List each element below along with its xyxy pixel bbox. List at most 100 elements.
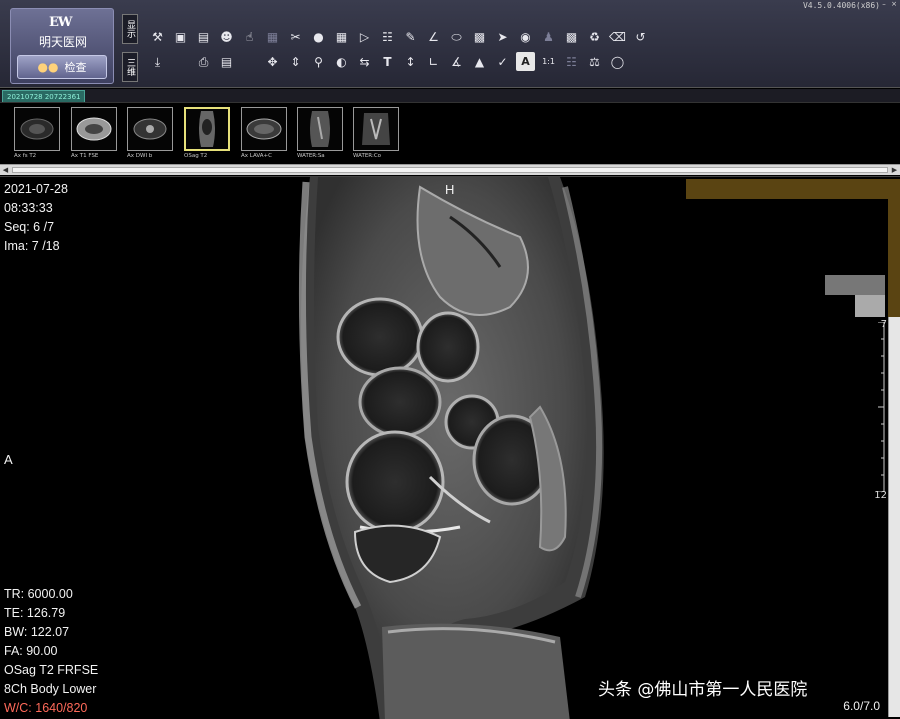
redacted-block	[825, 275, 885, 295]
watermark-text: 头条 @佛山市第一人民医院	[598, 680, 808, 700]
image-viewport[interactable]: 2021-07-28 08:33:33 Seq: 6 /7 Ima: 7 /18…	[0, 176, 900, 719]
coil-name: 8Ch Body Lower	[4, 682, 97, 696]
thumbnail-image	[241, 107, 287, 151]
circle-outline-icon[interactable]: ◯	[608, 52, 627, 71]
toolbar-row-1: ⚒ ▣ ▤ ☻ ☝ ▦ ✂ ● ▦ ▷ ☷ ✎ ∠ ⬭ ▩ ➤ ◉ ♟ ▩ ♻ …	[148, 27, 650, 46]
region-magnify-icon[interactable]: ▩	[470, 27, 489, 46]
cursor-arrow-icon[interactable]: ➤	[493, 27, 512, 46]
echo-time: TE: 126.79	[4, 606, 66, 620]
polyline-measure-icon[interactable]: ∟	[424, 52, 443, 71]
study-time: 08:33:33	[4, 201, 53, 215]
hand-pointer-icon[interactable]: ☝	[240, 27, 259, 46]
monitor-icon[interactable]: ▣	[171, 27, 190, 46]
layout-grid-icon[interactable]: ▦	[263, 27, 282, 46]
thumbnail-label: Ax DWI b	[127, 153, 153, 159]
series-thumbnail[interactable]: WATER:Sa	[297, 107, 345, 163]
thumbnail-image	[297, 107, 343, 151]
move-arrows-icon[interactable]: ✥	[263, 52, 282, 71]
ellipse-icon[interactable]: ⬭	[447, 27, 466, 46]
mri-sagittal-image	[298, 177, 604, 719]
series-thumbnail-selected[interactable]: OSag T2	[184, 107, 232, 163]
scissors-icon[interactable]: ✂	[286, 27, 305, 46]
paint-fill-icon[interactable]: ▲	[470, 52, 489, 71]
exam-button[interactable]: ●● 检查	[17, 55, 107, 79]
localizer-icon[interactable]: ⚖	[585, 52, 604, 71]
sync-series-icon[interactable]: ⇆	[355, 52, 374, 71]
zoom-readout: 6.0/7.0	[843, 699, 880, 713]
series-thumbnail[interactable]: Ax LAVA+C	[241, 107, 289, 163]
window-center: W/C: 1640/820	[4, 701, 88, 715]
scale-ruler	[878, 322, 885, 492]
users-icon: ●●	[37, 60, 59, 74]
study-date: 2021-07-28	[4, 182, 68, 196]
thumbnail-label: Ax fs T2	[14, 153, 37, 159]
circle-full-icon[interactable]: ●	[309, 27, 328, 46]
skeleton-icon[interactable]: ☷	[562, 52, 581, 71]
ruler-measure-icon[interactable]: ↕	[401, 52, 420, 71]
recycle-icon[interactable]: ♻	[585, 27, 604, 46]
folder-open-icon[interactable]: ▤	[194, 27, 213, 46]
cobb-angle-icon[interactable]: ∡	[447, 52, 466, 71]
thumbnail-label: WATER:Co	[353, 153, 382, 159]
save-disk-icon[interactable]: ▤	[217, 52, 236, 71]
overlay-bottom-left: TR: 6000.00 TE: 126.79 BW: 122.07 FA: 90…	[4, 585, 98, 718]
toolbar-row-2: ⤓ ⎙ ▤ ✥ ⇕ ⚲ ◐ ⇆ T ↕ ∟ ∡ ▲ ✓ A 1:1 ☷ ⚖ ◯	[148, 52, 627, 71]
magnifier-icon[interactable]: ⚲	[309, 52, 328, 71]
overlay-panel-bar	[686, 179, 900, 199]
study-tab[interactable]: 20210728 20722361	[2, 90, 86, 102]
scroll-left-icon[interactable]: ◀	[0, 165, 11, 175]
pencil-icon[interactable]: ✎	[401, 27, 420, 46]
series-thumbnail[interactable]: WATER:Co	[353, 107, 401, 163]
thumbnail-label: OSag T2	[184, 153, 208, 159]
study-tab-bar: 20210728 20722361	[0, 89, 900, 102]
scrollbar-thumb[interactable]	[12, 167, 888, 173]
scroll-right-icon[interactable]: ▶	[889, 165, 900, 175]
thumbnail-scrollbar[interactable]: ◀ ▶	[0, 164, 900, 175]
close-icon[interactable]: ×	[890, 0, 898, 8]
cine-sequence-icon[interactable]: ▷	[355, 27, 374, 46]
series-thumbnail-strip: Ax fs T2 Ax T1 FSE Ax DWI b OSag T2 Ax L…	[0, 102, 900, 164]
series-thumbnail[interactable]: Ax DWI b	[127, 107, 175, 163]
exam-button-label: 检查	[64, 61, 87, 74]
zoom-window-icon[interactable]: ▦	[332, 27, 351, 46]
app-logo-icon: EW	[49, 15, 72, 30]
mode-tabs: 显示 三维	[121, 14, 139, 84]
download-icon[interactable]: ⤓	[148, 52, 167, 71]
bandwidth: BW: 122.07	[4, 625, 70, 639]
orientation-top: H	[445, 182, 455, 197]
orientation-left: A	[4, 452, 13, 467]
window-controls: – ×	[880, 0, 898, 8]
sequence-number: Seq: 6 /7	[4, 220, 55, 234]
tab-3d[interactable]: 三维	[122, 52, 138, 82]
thumbnail-label: Ax T1 FSE	[71, 153, 99, 159]
sphere-icon[interactable]: ◉	[516, 27, 535, 46]
series-thumbnail[interactable]: Ax T1 FSE	[71, 107, 119, 163]
redacted-block	[855, 295, 885, 317]
app-logo-panel: EW 明天医网 ●● 检查	[10, 8, 114, 84]
patient-card-icon[interactable]: ☻	[217, 27, 236, 46]
text-annotation-icon[interactable]: T	[378, 52, 397, 71]
series-thumbnail[interactable]: Ax fs T2	[14, 107, 62, 163]
one-to-one-icon[interactable]: 1:1	[539, 52, 558, 71]
undo-icon[interactable]: ↺	[631, 27, 650, 46]
ruler-bottom-label: 12	[874, 490, 887, 501]
minimize-icon[interactable]: –	[880, 0, 888, 8]
text-box-icon[interactable]: A	[516, 52, 535, 71]
thumbnail-image	[127, 107, 173, 151]
person-figure-icon[interactable]: ♟	[539, 27, 558, 46]
tools-icon[interactable]: ⚒	[148, 27, 167, 46]
stack-icon[interactable]: ☷	[378, 27, 397, 46]
contrast-half-icon[interactable]: ◐	[332, 52, 351, 71]
printer-icon[interactable]: ⎙	[194, 52, 213, 71]
thumbnail-label: WATER:Sa	[297, 153, 325, 159]
angle-icon[interactable]: ∠	[424, 27, 443, 46]
pen-arrow-icon[interactable]: ✓	[493, 52, 512, 71]
image-document-icon[interactable]: ▩	[562, 27, 581, 46]
eraser-icon[interactable]: ⌫	[608, 27, 627, 46]
image-vertical-scrollbar[interactable]	[888, 317, 900, 717]
tab-display[interactable]: 显示	[122, 14, 138, 44]
flip-angle: FA: 90.00	[4, 644, 58, 658]
repetition-time: TR: 6000.00	[4, 587, 73, 601]
series-description: OSag T2 FRFSE	[4, 663, 99, 677]
pan-vertical-icon[interactable]: ⇕	[286, 52, 305, 71]
